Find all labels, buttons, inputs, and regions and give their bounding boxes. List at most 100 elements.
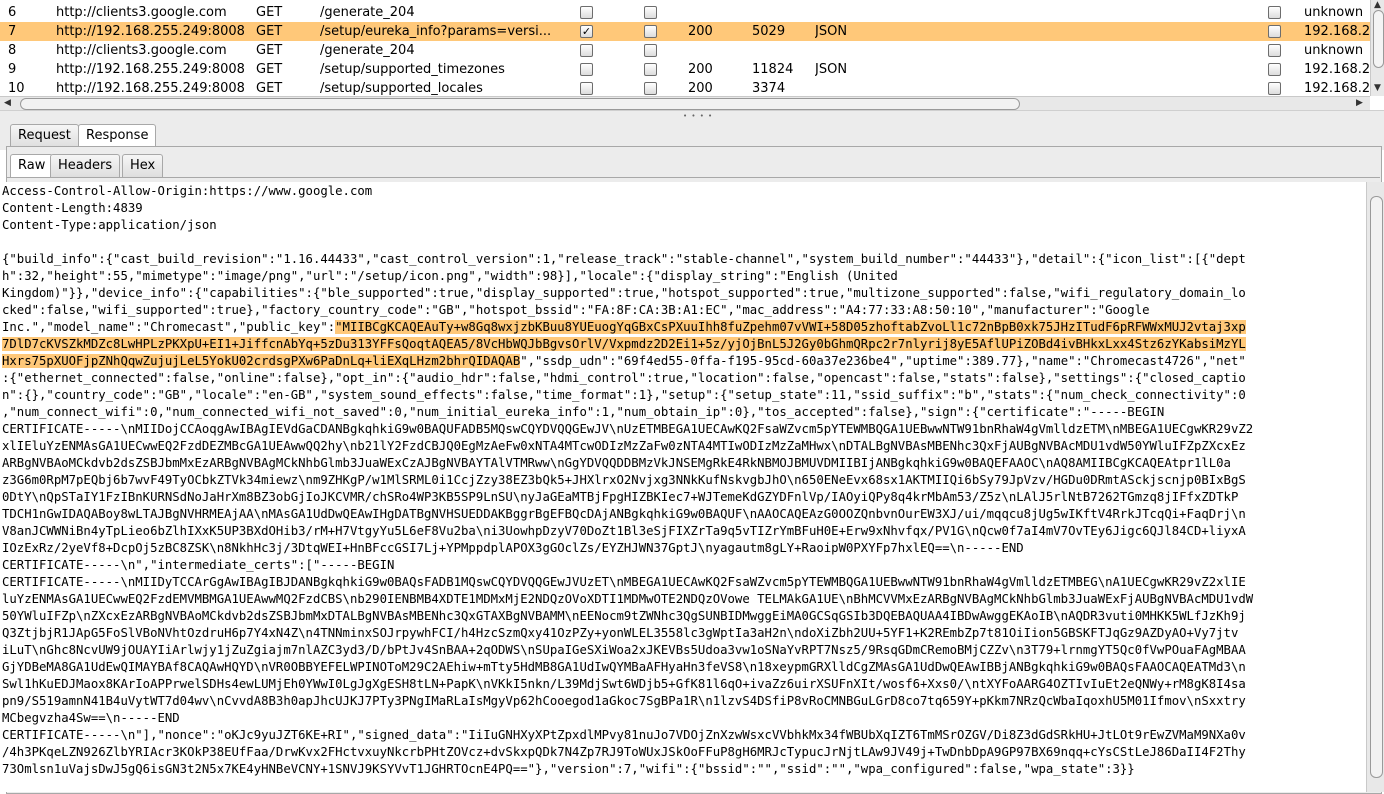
- response-line: 7DlD7cKVSZkMDZc8LwHPLzPKXpU+EI1+JiffcnAb…: [2, 336, 1362, 353]
- row-edited-checkbox[interactable]: ✓: [580, 25, 593, 38]
- response-text: Q3ZtjbjR1JApG5FoSlVBoNVhtOzdruH6p7Y4xN4Z…: [2, 626, 1239, 640]
- row-edited-checkbox[interactable]: [580, 82, 593, 95]
- row-tls-checkbox[interactable]: [1268, 25, 1281, 38]
- row-mime-type: [815, 3, 895, 22]
- response-line: iLuT\nGhc8NcvUW9jOUAYIiArlwjy1jZuZgiajm7…: [2, 642, 1362, 659]
- response-line: Q3ZtjbjR1JApG5FoSlVBoNVhtOzdruH6p7Y4xN4Z…: [2, 625, 1362, 642]
- row-tls-checkbox[interactable]: [1268, 63, 1281, 76]
- row-edited-checkbox[interactable]: [580, 63, 593, 76]
- row-comment-checkbox[interactable]: [644, 25, 657, 38]
- response-line: MCbegvzha4Sw==\n-----END: [2, 710, 1362, 727]
- row-comment-checkbox[interactable]: [644, 63, 657, 76]
- response-line: h":32,"height":55,"mimetype":"image/png"…: [2, 268, 1362, 285]
- response-line: /4h3PKqeLZN926ZlbYRIAcr3KOkP38EUfFaa/Drw…: [2, 744, 1362, 761]
- row-method: GET: [256, 62, 283, 77]
- row-number: 8: [8, 43, 17, 58]
- row-length: 11824: [752, 62, 794, 77]
- scroll-left-icon[interactable]: ◀: [4, 99, 11, 108]
- highlighted-public-key: Hxrs75pXUOFjpZNhQqwZujujLeL5YokU02crdsgP…: [2, 354, 521, 368]
- response-text: 0DtY\nQpSTaIY1FzIBnKURNSdNoJaHrXm8BZ3obG…: [2, 490, 1239, 504]
- response-line: Hxrs75pXUOFjpZNhQqwZujujLeL5YokU02crdsgP…: [2, 353, 1362, 370]
- response-text: 73Omlsn1uVajsDwJ5gQ6isGN3t2N5x7KE4yHNBeV…: [2, 762, 1135, 776]
- response-text: pn9/S519amnN41B4uVytWT7d04wv\nCvvdA8B3h0…: [2, 694, 1246, 708]
- row-host: http://192.168.255.249:8008: [56, 24, 245, 39]
- response-vertical-scroll-thumb[interactable]: [1370, 196, 1383, 778]
- response-text: Content-Length:4839: [2, 201, 143, 215]
- table-row[interactable]: 6 http://clients3.google.com GET/generate_…: [0, 3, 1370, 22]
- response-line: pn9/S519amnN41B4uVytWT7d04wv\nCvvdA8B3h0…: [2, 693, 1362, 710]
- raw-response-text[interactable]: Access-Control-Allow-Origin:https://www.…: [0, 182, 1366, 792]
- response-line: CERTIFICATE-----\nMIIDojCCAoqgAwIBAgIEVd…: [2, 421, 1362, 438]
- response-line: V8anJCWWNiBn4yTpLieo6bZlhIXxK5UP3BXdOHib…: [2, 523, 1362, 540]
- scroll-down-icon[interactable]: ▼: [1374, 84, 1381, 93]
- response-text: n":{},"country_code":"GB","locale":"en-G…: [2, 388, 1246, 402]
- row-ip: unknown: [1304, 5, 1364, 20]
- response-text: iLuT\nGhc8NcvUW9jOUAYIiArlwjy1jZuZgiajm7…: [2, 643, 1246, 657]
- response-line: 50YWluIFZp\nZXcxEzARBgNVBAoMCkdvb2dsZSBJ…: [2, 608, 1362, 625]
- row-comment-checkbox[interactable]: [644, 6, 657, 19]
- response-line: ,"num_connect_wifi":0,"num_connected_wif…: [2, 404, 1362, 421]
- table-horizontal-scroll-thumb[interactable]: [20, 98, 1020, 110]
- highlighted-public-key: 7DlD7cKVSZkMDZc8LwHPLzPKXpU+EI1+JiffcnAb…: [2, 337, 1246, 351]
- response-line: {"build_info":{"cast_build_revision":"1.…: [2, 251, 1362, 268]
- response-line: TDCH1nGwIDAQABoy8wLTAJBgNVHRMEAjAA\nMAsG…: [2, 506, 1362, 523]
- response-text: CERTIFICATE-----\n"],"nonce":"oKJc9yuJZT…: [2, 728, 1246, 742]
- response-text: ,"num_connect_wifi":0,"num_connected_wif…: [2, 405, 1165, 419]
- response-text: CERTIFICATE-----\nMIIDojCCAoqgAwIBAgIEVd…: [2, 422, 1254, 436]
- response-line: xlIEluYzENMAsGA1UECwwEQ2FzdDEZMBcGA1UEAw…: [2, 438, 1362, 455]
- response-text: xlIEluYzENMAsGA1UECwwEQ2FzdDEZMBcGA1UEAw…: [2, 439, 1246, 453]
- row-tls-checkbox[interactable]: [1268, 44, 1281, 57]
- response-line: n":{},"country_code":"GB","locale":"en-G…: [2, 387, 1362, 404]
- response-line: cked":false,"wifi_supported":true},"fact…: [2, 302, 1362, 319]
- response-text: luYzENMAsGA1UECwwEQ2FzdEMVMBMGA1UEAwwMQ2…: [2, 592, 1254, 606]
- row-comment-checkbox[interactable]: [644, 82, 657, 95]
- row-tls-checkbox[interactable]: [1268, 6, 1281, 19]
- tab-request[interactable]: Request: [10, 124, 79, 147]
- tab-hex[interactable]: Hex: [122, 154, 164, 177]
- table-vertical-scrollbar[interactable]: ▲ ▼: [1370, 0, 1384, 96]
- response-line: CERTIFICATE-----\n","intermediate_certs"…: [2, 557, 1362, 574]
- response-line: Access-Control-Allow-Origin:https://www.…: [2, 183, 1362, 200]
- row-host: http://192.168.255.249:8008: [56, 62, 245, 77]
- response-line: IOzExRz/2yeVf8+DcpOj5zBC8ZSK\n8NkhHc3j/3…: [2, 540, 1362, 557]
- tab-raw[interactable]: Raw: [10, 154, 54, 177]
- row-host: http://clients3.google.com: [56, 43, 227, 58]
- response-line: Content-Length:4839: [2, 200, 1362, 217]
- tab-response[interactable]: Response: [78, 124, 157, 147]
- response-text: IOzExRz/2yeVf8+DcpOj5zBC8ZSK\n8NkhHc3j/3…: [2, 541, 1024, 555]
- tab-divider: [6, 177, 1380, 178]
- row-url: /setup/eureka_info?params=versi...: [320, 24, 552, 39]
- response-vertical-scrollbar[interactable]: [1366, 182, 1384, 792]
- response-text: 50YWluIFZp\nZXcxEzARBgNVBAoMCkdvb2dsZSBJ…: [2, 609, 1246, 623]
- table-vertical-scroll-thumb[interactable]: [1373, 10, 1384, 68]
- response-text: TDCH1nGwIDAQABoy8wLTAJBgNVHRMEAjAA\nMAsG…: [2, 507, 1246, 521]
- response-line: CERTIFICATE-----\n"],"nonce":"oKJc9yuJZT…: [2, 727, 1362, 744]
- row-edited-checkbox[interactable]: [580, 44, 593, 57]
- row-status: 200: [688, 24, 713, 39]
- response-text: CERTIFICATE-----\nMIIDyTCCArGgAwIBAgIBJD…: [2, 575, 1246, 589]
- row-mime-type: JSON: [815, 24, 848, 39]
- row-comment-checkbox[interactable]: [644, 44, 657, 57]
- row-edited-checkbox[interactable]: [580, 6, 593, 19]
- scroll-right-icon[interactable]: ▶: [1356, 99, 1363, 108]
- row-length: [752, 3, 812, 22]
- response-line: ARBgNVBAoMCkdvb2dsZSBJbmMxEzARBgNVBAgMCk…: [2, 455, 1362, 472]
- row-status: [688, 3, 748, 22]
- row-status: [688, 41, 748, 60]
- request-history-table: 6 http://clients3.google.com GET/generate_…: [0, 0, 1384, 110]
- table-row[interactable]: 8 http://clients3.google.com GET/generate_…: [0, 41, 1370, 60]
- row-url: /generate_204: [320, 5, 415, 20]
- scroll-up-icon[interactable]: ▲: [1374, 1, 1381, 10]
- table-row[interactable]: 9 http://192.168.255.249:8008 GET/setup/su…: [0, 60, 1370, 79]
- row-ip: unknown: [1304, 43, 1364, 58]
- response-text: h":32,"height":55,"mimetype":"image/png"…: [2, 269, 898, 283]
- table-horizontal-scrollbar[interactable]: ◀ ▶: [0, 96, 1370, 110]
- row-tls-checkbox[interactable]: [1268, 82, 1281, 95]
- tab-headers[interactable]: Headers: [50, 154, 121, 177]
- response-text: Content-Type:application/json: [2, 218, 217, 232]
- response-text: GjYDBeMA8GA1UdEwQIMAYBAf8CAQAwHQYD\nVR0O…: [2, 660, 1246, 674]
- row-number: 7: [8, 24, 17, 39]
- response-line: Content-Type:application/json: [2, 217, 1362, 234]
- response-text: cked":false,"wifi_supported":true},"fact…: [2, 303, 1150, 317]
- table-row[interactable]: 7 http://192.168.255.249:8008 GET/setup/eu…: [0, 22, 1370, 41]
